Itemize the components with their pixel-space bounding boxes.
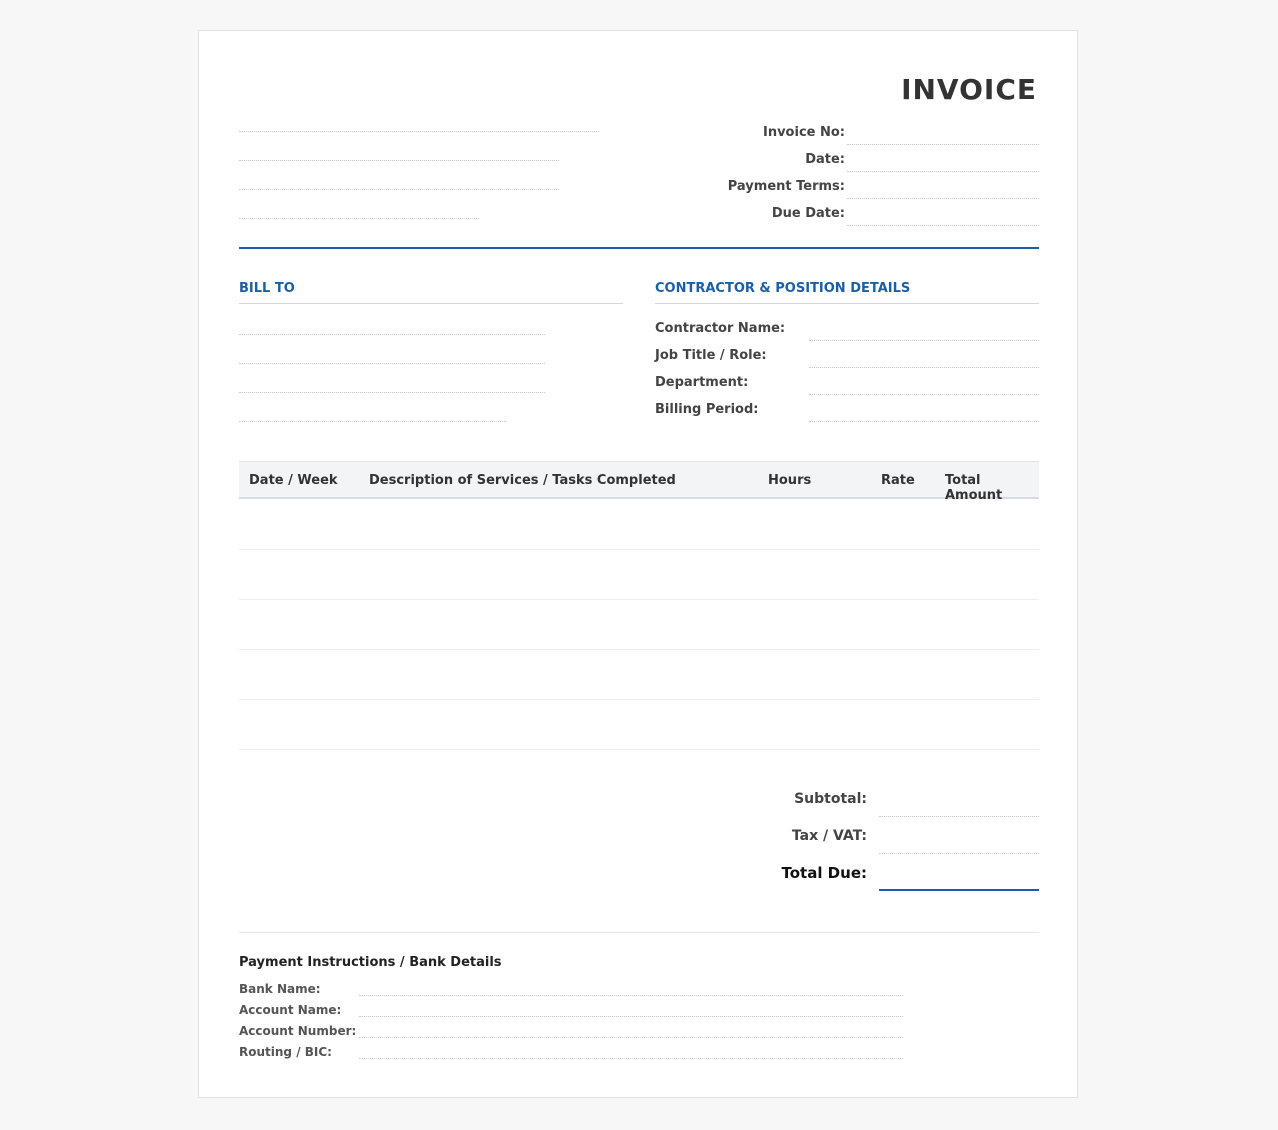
header-divider [239, 247, 1039, 249]
due-date-label: Due Date: [771, 206, 845, 221]
bill-to-rule [239, 303, 623, 304]
bill-to-line-1[interactable] [239, 334, 545, 335]
bank-name-field[interactable] [359, 995, 903, 996]
invoice-title: INVOICE [901, 73, 1037, 106]
table-row[interactable] [239, 700, 1039, 750]
table-row[interactable] [239, 550, 1039, 600]
sender-line-2[interactable] [239, 160, 559, 161]
column-header-description: Description of Services / Tasks Complete… [369, 473, 676, 488]
invoice-sheet: INVOICE Invoice No: Date: Payment Terms:… [198, 30, 1078, 1098]
account-number-label: Account Number: [239, 1024, 357, 1038]
payment-terms-label: Payment Terms: [727, 179, 845, 194]
job-title-label: Job Title / Role: [655, 348, 767, 363]
bill-to-title: BILL TO [239, 281, 295, 296]
column-header-rate: Rate [881, 473, 915, 488]
column-header-total: Total Amount [945, 473, 1003, 503]
payment-instructions-title: Payment Instructions / Bank Details [239, 955, 502, 970]
column-header-date: Date / Week [249, 473, 338, 488]
department-field[interactable] [809, 394, 1039, 395]
table-row[interactable] [239, 600, 1039, 650]
date-field[interactable] [847, 171, 1039, 172]
department-label: Department: [655, 375, 749, 390]
services-table-header: Date / Week Description of Services / Ta… [239, 461, 1039, 503]
tax-field[interactable] [879, 853, 1039, 854]
payment-terms-field[interactable] [847, 198, 1039, 199]
invoice-no-label: Invoice No: [762, 125, 845, 140]
billing-period-field[interactable] [809, 421, 1039, 422]
date-label: Date: [805, 152, 845, 167]
subtotal-field[interactable] [879, 816, 1039, 817]
column-header-hours: Hours [768, 473, 812, 488]
total-due-label: Total Due: [781, 864, 867, 882]
account-name-label: Account Name: [239, 1003, 342, 1017]
sender-line-4[interactable] [239, 218, 479, 219]
bill-to-line-4[interactable] [239, 421, 507, 422]
job-title-field[interactable] [809, 367, 1039, 368]
due-date-field[interactable] [847, 225, 1039, 226]
sender-line-1[interactable] [239, 131, 599, 132]
invoice-no-field[interactable] [847, 144, 1039, 145]
bill-to-line-3[interactable] [239, 392, 545, 393]
contractor-name-label: Contractor Name: [655, 321, 786, 336]
contractor-name-field[interactable] [809, 340, 1039, 341]
billing-period-label: Billing Period: [655, 402, 759, 417]
subtotal-label: Subtotal: [794, 791, 867, 807]
payment-divider [239, 932, 1039, 933]
account-name-field[interactable] [359, 1016, 903, 1017]
total-due-field[interactable] [879, 889, 1039, 891]
sender-line-3[interactable] [239, 189, 559, 190]
contractor-title: CONTRACTOR & POSITION DETAILS [655, 281, 911, 296]
contractor-rule [655, 303, 1039, 304]
tax-label: Tax / VAT: [791, 828, 867, 844]
routing-bic-field[interactable] [359, 1058, 903, 1059]
table-row[interactable] [239, 650, 1039, 700]
bill-to-line-2[interactable] [239, 363, 545, 364]
table-row[interactable] [239, 500, 1039, 550]
routing-bic-label: Routing / BIC: [239, 1045, 332, 1059]
account-number-field[interactable] [359, 1037, 903, 1038]
bank-name-label: Bank Name: [239, 982, 321, 996]
